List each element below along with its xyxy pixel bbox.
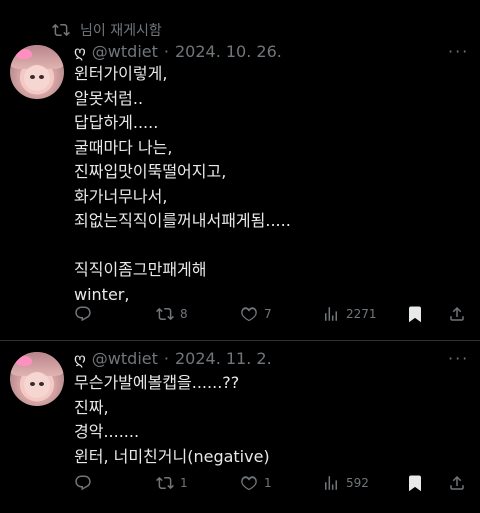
tweet-line: 답답하게..... [74,113,159,132]
like-button[interactable]: 7 [240,305,272,323]
heart-emoji-icon: ღ [74,349,86,368]
repost-icon [156,476,174,490]
tweet-line: 직직이좀그만패게해 [74,260,207,279]
reply-icon [75,475,91,491]
heart-icon [241,307,257,322]
tweet-line: 윈터가이렇게, [74,64,168,83]
share-icon [450,475,464,490]
user-handle[interactable]: @wtdiet [92,349,158,368]
repost-count: 1 [180,476,188,490]
share-button[interactable] [448,474,466,492]
tweet-line: 화가너무나서, [74,186,168,206]
bookmark-button[interactable] [406,474,424,492]
tweet-line: 진짜, [74,397,109,417]
bookmark-icon [409,306,421,323]
bow-decoration [16,49,32,59]
tweet-date[interactable]: 2024. 10. 26. [175,42,282,61]
avatar[interactable] [10,45,64,99]
tweet-date[interactable]: 2024. 11. 2. [175,349,272,368]
tweet-line: 알못처럼.. [74,88,144,108]
separator: · [163,42,169,61]
like-count: 1 [264,476,272,490]
more-icon[interactable]: ··· [448,349,469,368]
repost-button[interactable]: 8 [156,305,188,323]
bow-decoration [16,356,32,366]
heart-icon [241,476,257,491]
tweet-actions: 1 1 592 [74,471,474,495]
heart-emoji-icon: ღ [74,42,86,61]
share-button[interactable] [448,305,466,323]
repost-button[interactable]: 1 [156,474,188,492]
views-button[interactable]: 592 [322,474,369,492]
reply-button[interactable] [74,474,98,492]
separator: · [163,349,169,368]
tweet-actions: 8 7 2271 [74,302,474,326]
tweet-line: 경악....... [74,422,140,441]
tweet-text: 윈터가이렇게, 알못처럼.. 답답하게..... 굴때마다 나는, 진짜입맛이뚝… [74,62,464,307]
tweet-text: 무슨가발에볼캡을......?? 진짜, 경악....... 윈터, 너미친거니… [74,371,464,469]
reply-button[interactable] [74,305,98,323]
tweet-header: ღ @wtdiet · 2024. 11. 2. [74,349,272,368]
tweet-line: 무슨가발에볼캡을......?? [74,373,240,392]
avatar[interactable] [10,352,64,406]
like-button[interactable]: 1 [240,474,272,492]
bookmark-button[interactable] [406,305,424,323]
views-chart-icon [325,476,337,490]
share-icon [450,306,464,321]
reply-icon [75,306,91,322]
view-count: 592 [346,476,369,490]
like-count: 7 [264,307,272,321]
tweet[interactable]: ღ @wtdiet · 2024. 11. 2. ··· 무슨가발에볼캡을...… [0,340,480,513]
repost-icon [156,307,174,321]
repost-count: 8 [180,307,188,321]
views-chart-icon [325,307,337,321]
views-button[interactable]: 2271 [322,305,377,323]
tweet-line: 윈터, 너미친거니(negative) [74,446,270,466]
tweet-line: 죄없는직직이를꺼내서패게됨..... [74,211,291,230]
tweet-line: 진짜입맛이뚝떨어지고, [74,162,227,181]
user-handle[interactable]: @wtdiet [92,42,158,61]
tweet[interactable]: ღ @wtdiet · 2024. 10. 26. ··· 윈터가이렇게, 알못… [0,0,480,340]
view-count: 2271 [346,307,377,321]
tweet-line: 굴때마다 나는, [74,137,173,157]
tweet-line [74,234,464,259]
bookmark-icon [409,475,421,492]
tweet-header: ღ @wtdiet · 2024. 10. 26. [74,42,282,61]
more-icon[interactable]: ··· [448,42,469,61]
